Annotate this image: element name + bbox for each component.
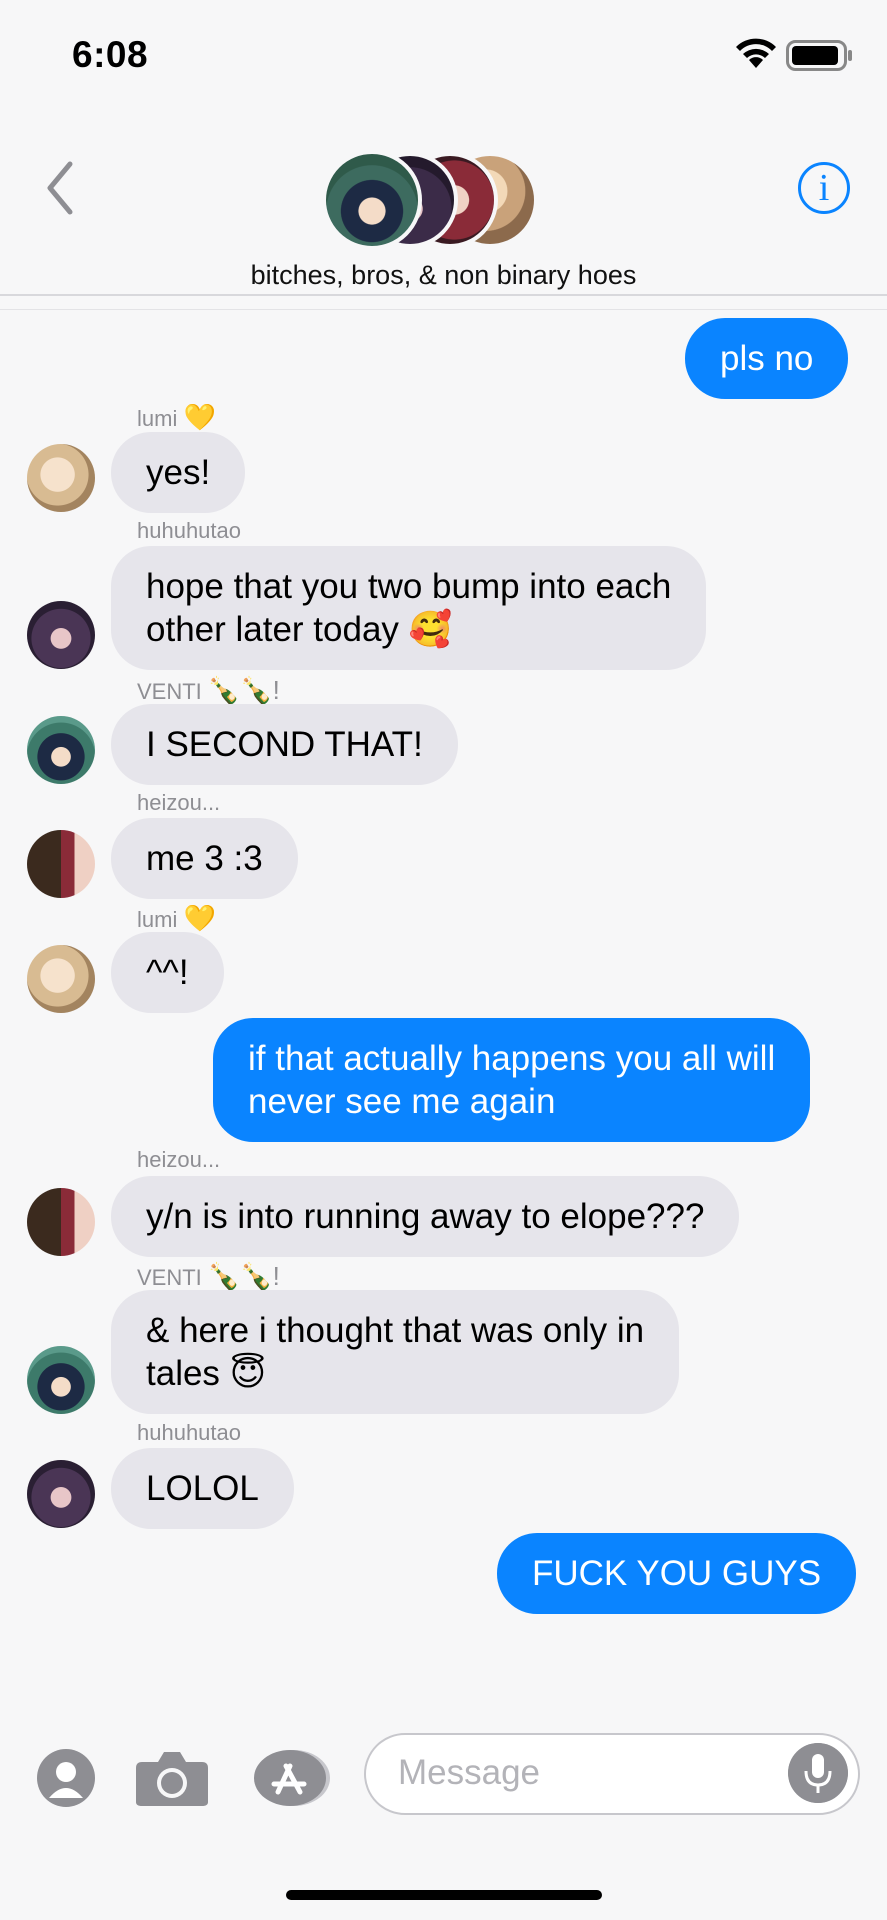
sender-label: heizou... — [137, 790, 221, 815]
home-indicator[interactable] — [286, 1890, 602, 1900]
message-text: y/n is into running away to elope??? — [146, 1197, 705, 1236]
message-bubble-incoming[interactable]: yes! — [111, 432, 246, 513]
message-bubble-incoming[interactable]: y/n is into running away to elope??? — [111, 1176, 740, 1257]
message-text: yes! — [146, 453, 211, 492]
message-bubble-outgoing[interactable]: pls no — [685, 318, 849, 399]
message-input[interactable]: Message — [364, 1733, 860, 1815]
avatar-lumi[interactable] — [27, 945, 95, 1013]
sender-name: huhuhutao — [137, 1420, 241, 1446]
header-divider — [0, 294, 887, 296]
camera-icon[interactable] — [134, 1748, 210, 1808]
message-text: I SECOND THAT! — [146, 725, 423, 764]
wifi-icon — [736, 38, 776, 68]
avatar-heizou[interactable] — [27, 830, 95, 898]
message-text: pls no — [720, 339, 814, 378]
group-name[interactable]: bitches, bros, & non binary hoes — [0, 260, 887, 291]
sender-emoji: 🍾🍾! — [207, 675, 280, 705]
sender-label: huhuhutao — [137, 518, 241, 543]
message-text-line2: never see me again — [248, 1082, 556, 1121]
message-placeholder: Message — [398, 1753, 541, 1792]
back-chevron-icon[interactable] — [40, 158, 80, 218]
microphone-icon[interactable] — [788, 1743, 848, 1803]
message-text-line2: tales — [146, 1354, 220, 1393]
memoji-icon[interactable] — [36, 1748, 96, 1808]
status-time: 6:08 — [72, 34, 149, 75]
info-button[interactable]: i — [798, 162, 850, 214]
message-text-line1: if that actually happens you all will — [248, 1039, 776, 1078]
sender-name: lumi 💛 — [137, 903, 216, 934]
sender-name: heizou... — [137, 790, 220, 816]
message-bubble-outgoing[interactable]: if that actually happens you all will ne… — [213, 1018, 811, 1142]
app-store-icon[interactable] — [252, 1748, 332, 1808]
avatar-venti — [322, 150, 422, 250]
message-bubble-incoming[interactable]: me 3 :3 — [111, 818, 298, 899]
group-avatar-stack[interactable] — [322, 150, 538, 252]
avatar-huhuhutao[interactable] — [27, 1460, 95, 1528]
sender-emoji: 💛 — [183, 903, 216, 933]
message-text-line1: hope that you two bump into each — [146, 567, 672, 606]
sender-label: VENTI — [137, 679, 202, 704]
halo-smile-emoji: 😇 — [229, 1354, 267, 1393]
message-text-line1: & here i thought that was only in — [146, 1311, 645, 1350]
sender-name: VENTI 🍾🍾! — [137, 675, 280, 706]
message-text: FUCK YOU GUYS — [532, 1554, 822, 1593]
message-bubble-incoming[interactable]: LOLOL — [111, 1448, 294, 1529]
message-text: ^^! — [146, 953, 189, 992]
smiling-hearts-emoji: 🥰 — [408, 610, 453, 649]
sender-label: heizou... — [137, 1147, 221, 1172]
message-text: me 3 :3 — [146, 839, 263, 878]
battery-icon — [786, 40, 852, 71]
message-bubble-incoming[interactable]: I SECOND THAT! — [111, 704, 458, 785]
avatar-venti[interactable] — [27, 1346, 95, 1414]
message-text-line2: other later today — [146, 610, 399, 649]
messages-screen: 6:08 i bitches, bros, & non binary hoes … — [0, 0, 887, 1920]
sender-emoji: 🍾🍾! — [207, 1261, 280, 1291]
avatar-heizou[interactable] — [27, 1188, 95, 1256]
avatar-lumi[interactable] — [27, 444, 95, 512]
message-text: LOLOL — [146, 1469, 259, 1508]
sender-name: huhuhutao — [137, 518, 241, 544]
message-bubble-incoming[interactable]: hope that you two bump into each other l… — [111, 546, 707, 670]
sender-name: lumi 💛 — [137, 402, 216, 433]
message-bubble-outgoing[interactable]: FUCK YOU GUYS — [497, 1533, 857, 1614]
sender-label: huhuhutao — [137, 1420, 241, 1445]
message-bubble-incoming[interactable]: ^^! — [111, 932, 224, 1013]
sender-name: heizou... — [137, 1147, 220, 1173]
avatar-huhuhutao[interactable] — [27, 601, 95, 669]
sender-label: VENTI — [137, 1265, 202, 1290]
sender-label: lumi — [137, 406, 178, 431]
header-divider-lower — [0, 309, 887, 310]
sender-name: VENTI 🍾🍾! — [137, 1261, 280, 1292]
sender-label: lumi — [137, 907, 178, 932]
avatar-venti[interactable] — [27, 716, 95, 784]
message-bubble-incoming[interactable]: & here i thought that was only in tales … — [111, 1290, 680, 1414]
sender-emoji: 💛 — [183, 402, 216, 432]
